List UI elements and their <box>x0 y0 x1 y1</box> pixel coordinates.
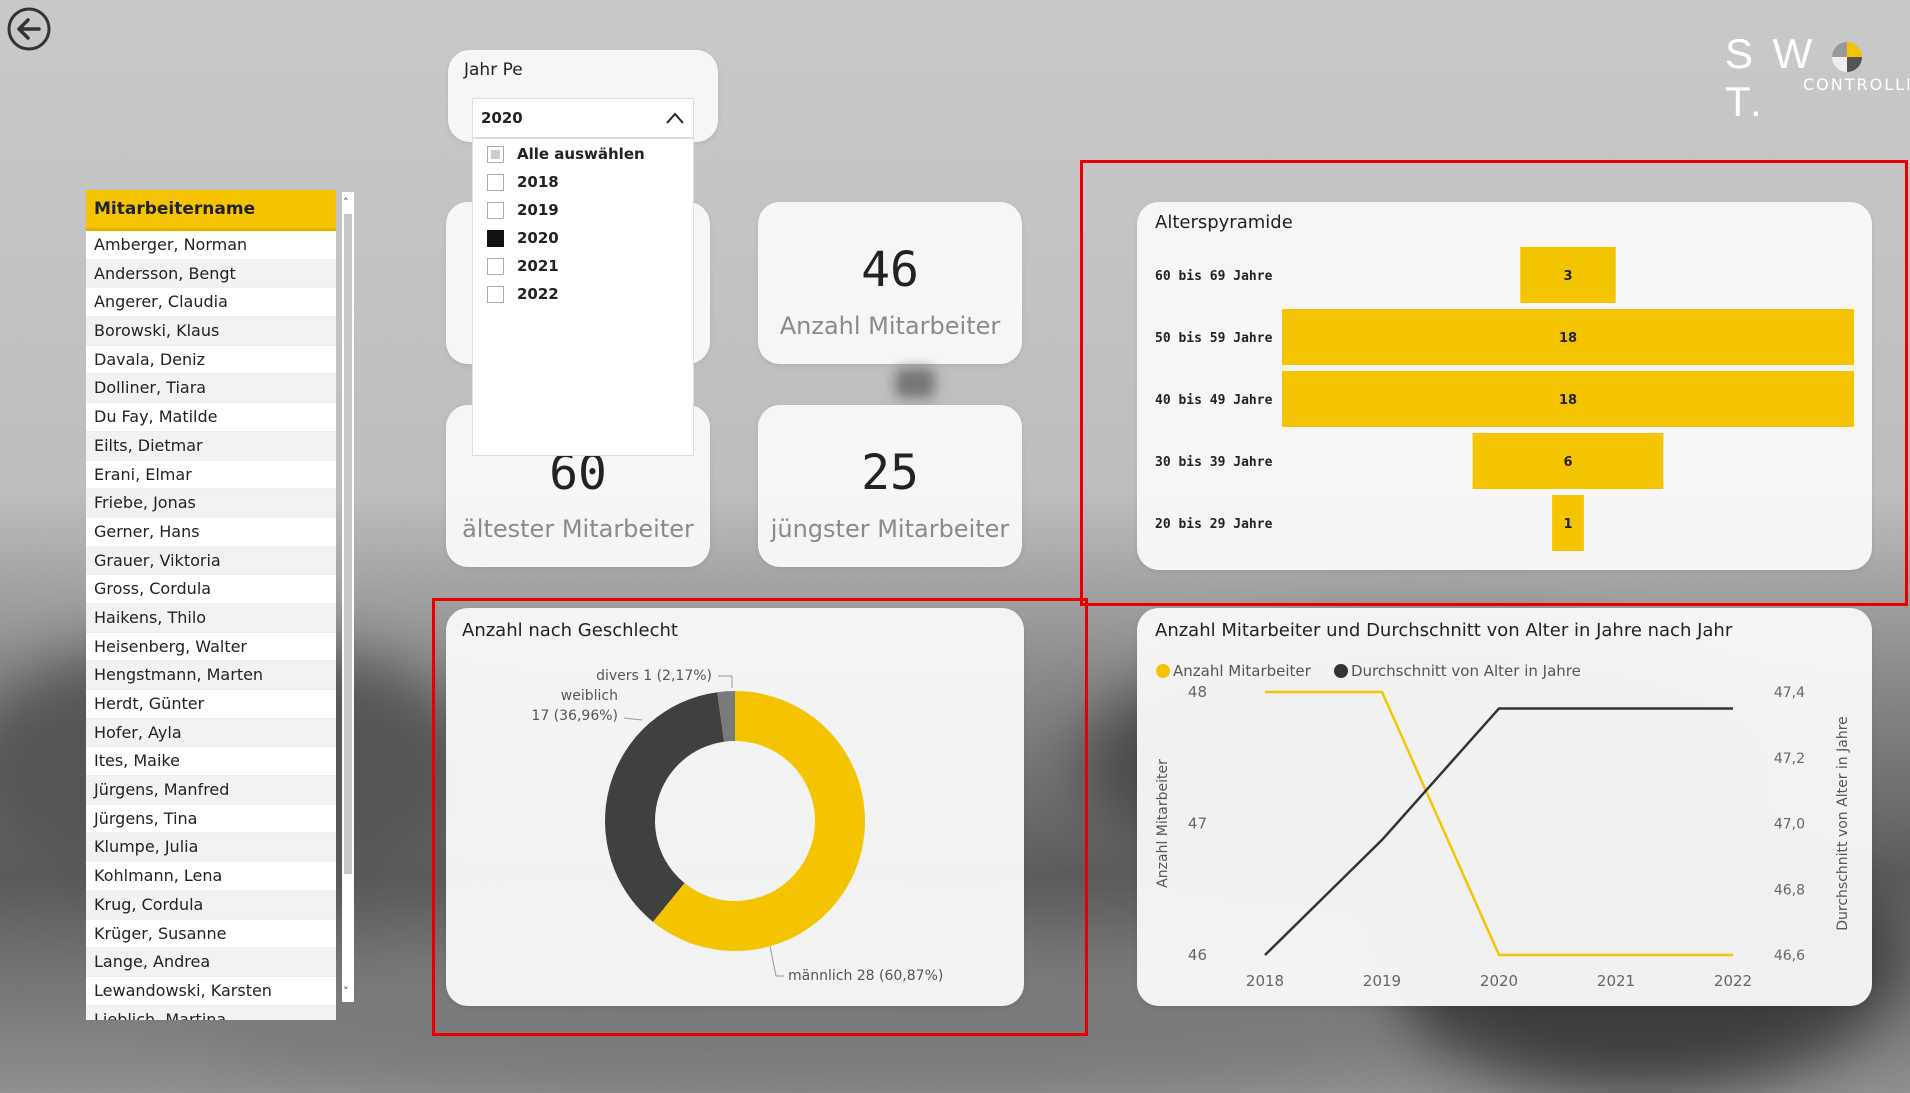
employee-list-item[interactable]: Davala, Deniz <box>86 346 336 375</box>
employee-list-item[interactable]: Amberger, Norman <box>86 231 336 260</box>
employee-list-item[interactable]: Krüger, Susanne <box>86 920 336 949</box>
year-option-2022[interactable]: 2022 <box>487 285 559 303</box>
highlight-box-gender <box>432 598 1088 1036</box>
legend-label: Anzahl Mitarbeiter <box>1173 662 1312 680</box>
kpi-card-count: 46 Anzahl Mitarbeiter <box>758 202 1022 364</box>
x-tick-label: 2022 <box>1714 972 1752 990</box>
employee-list-item[interactable]: Hofer, Ayla <box>86 718 336 748</box>
highlight-box-pyramid <box>1080 160 1908 606</box>
employee-list-scrollbar[interactable]: ˄ ˅ <box>342 192 354 1002</box>
logo-subtitle: CONTROLLI <box>1803 75 1910 94</box>
year-option-label: Alle auswählen <box>517 145 645 163</box>
year-dropdown-value: 2020 <box>481 109 523 127</box>
y2-axis-title: Durchschnitt von Alter in Jahre <box>1835 716 1851 931</box>
scroll-down-icon[interactable]: ˅ <box>343 985 349 998</box>
y-tick-label: 48 <box>1188 683 1207 701</box>
chevron-up-icon[interactable] <box>665 111 685 125</box>
arrow-left-circle-icon <box>7 7 51 51</box>
employee-list-item[interactable]: Lieblich, Martina <box>86 1005 336 1020</box>
employee-list-header[interactable]: Mitarbeitername <box>86 190 336 231</box>
checkbox-icon[interactable] <box>487 146 504 163</box>
employee-list-item[interactable]: Jürgens, Tina <box>86 805 336 834</box>
year-option-label: 2020 <box>517 229 559 247</box>
checkbox-icon[interactable] <box>487 258 504 275</box>
employee-list-item[interactable]: Herdt, Günter <box>86 690 336 719</box>
x-tick-label: 2019 <box>1363 972 1401 990</box>
employee-list-item[interactable]: Hengstmann, Marten <box>86 661 336 690</box>
employee-list-item[interactable]: Ites, Maike <box>86 747 336 777</box>
x-tick-label: 2020 <box>1480 972 1518 990</box>
employee-list-item[interactable]: Lange, Andrea <box>86 948 336 977</box>
employee-list-item[interactable]: Borowski, Klaus <box>86 317 336 346</box>
legend-marker <box>1156 664 1170 678</box>
employee-list[interactable]: Mitarbeitername Amberger, Norman Andersso… <box>86 190 336 1020</box>
y2-tick-label: 47,4 <box>1774 685 1805 701</box>
y2-tick-label: 46,6 <box>1774 948 1805 964</box>
checkbox-icon[interactable] <box>487 230 504 247</box>
series-line-anzahl[interactable] <box>1265 690 1733 957</box>
employee-list-item[interactable]: Du Fay, Matilde <box>86 403 336 432</box>
legend-label: Durchschnitt von Alter in Jahre <box>1351 662 1581 680</box>
back-button[interactable] <box>6 6 52 52</box>
employee-list-item[interactable]: Kohlmann, Lena <box>86 862 336 891</box>
employee-list-item[interactable]: Klumpe, Julia <box>86 833 336 863</box>
year-filter-title: Jahr Pe <box>464 60 523 80</box>
kpi-count-value: 46 <box>861 242 919 298</box>
legend-marker <box>1334 664 1348 678</box>
kpi-count-label: Anzahl Mitarbeiter <box>779 312 1001 340</box>
employee-list-item[interactable]: Grauer, Viktoria <box>86 546 336 576</box>
x-tick-label: 2018 <box>1246 972 1284 990</box>
year-option-2021[interactable]: 2021 <box>487 257 559 275</box>
employee-list-item[interactable]: Angerer, Claudia <box>86 288 336 318</box>
employee-list-item[interactable]: Gross, Cordula <box>86 575 336 604</box>
employee-list-item[interactable]: Eilts, Dietmar <box>86 431 336 461</box>
checkbox-icon[interactable] <box>487 286 504 303</box>
employee-list-item[interactable]: Haikens, Thilo <box>86 603 336 633</box>
checkbox-icon[interactable] <box>487 174 504 191</box>
year-option-2018[interactable]: 2018 <box>487 173 559 191</box>
y-axis-title: Anzahl Mitarbeiter <box>1155 759 1171 888</box>
year-option-label: 2021 <box>517 257 559 275</box>
kpi-oldest-label: ältester Mitarbeiter <box>462 515 694 543</box>
y2-tick-label: 46,8 <box>1774 882 1805 898</box>
year-option-2019[interactable]: 2019 <box>487 201 559 219</box>
employee-list-item[interactable]: Andersson, Bengt <box>86 259 336 289</box>
year-option-label: 2022 <box>517 285 559 303</box>
company-logo: S W T. CONTROLLI <box>1725 30 1910 125</box>
employee-list-item[interactable]: Krug, Cordula <box>86 890 336 920</box>
kpi-youngest-label: jüngster Mitarbeiter <box>770 515 1010 543</box>
year-dropdown[interactable]: 2020 <box>472 98 694 138</box>
line-chart-card: Anzahl Mitarbeiter und Durchschnitt von … <box>1137 608 1872 1006</box>
employee-list-item[interactable]: Heisenberg, Walter <box>86 633 336 662</box>
y2-tick-label: 47,2 <box>1774 751 1805 767</box>
employee-list-item[interactable]: Dolliner, Tiara <box>86 374 336 404</box>
scroll-up-icon[interactable]: ˄ <box>343 196 349 209</box>
card-connector <box>895 368 935 398</box>
kpi-card-youngest: 25 jüngster Mitarbeiter <box>758 405 1022 567</box>
employee-list-item[interactable]: Jürgens, Manfred <box>86 776 336 805</box>
kpi-youngest-value: 25 <box>861 445 919 501</box>
employee-list-item[interactable]: Lewandowski, Karsten <box>86 977 336 1006</box>
year-option-select-all[interactable]: Alle auswählen <box>487 145 645 163</box>
logo-emblem <box>1832 41 1862 72</box>
employee-rows: Amberger, Norman Andersson, Bengt Angerer,… <box>86 231 336 1020</box>
scroll-thumb[interactable] <box>344 214 352 874</box>
year-option-2020[interactable]: 2020 <box>487 229 559 247</box>
employees-age-line-chart: Anzahl Mitarbeiter Durchschnitt von Alter… <box>1155 662 1851 990</box>
employee-list-item[interactable]: Friebe, Jonas <box>86 489 336 518</box>
y-tick-label: 47 <box>1188 815 1207 833</box>
year-option-label: 2019 <box>517 201 559 219</box>
checkbox-icon[interactable] <box>487 202 504 219</box>
year-option-label: 2018 <box>517 173 559 191</box>
series-line-alter[interactable] <box>1264 707 1733 956</box>
employee-list-item[interactable]: Gerner, Hans <box>86 518 336 547</box>
year-dropdown-list: Alle auswählen 2018 2019 2020 2021 2022 <box>472 138 694 456</box>
y-tick-label: 46 <box>1188 946 1207 964</box>
employee-list-item[interactable]: Erani, Elmar <box>86 461 336 490</box>
x-tick-label: 2021 <box>1597 972 1635 990</box>
y2-tick-label: 47,0 <box>1774 817 1805 833</box>
